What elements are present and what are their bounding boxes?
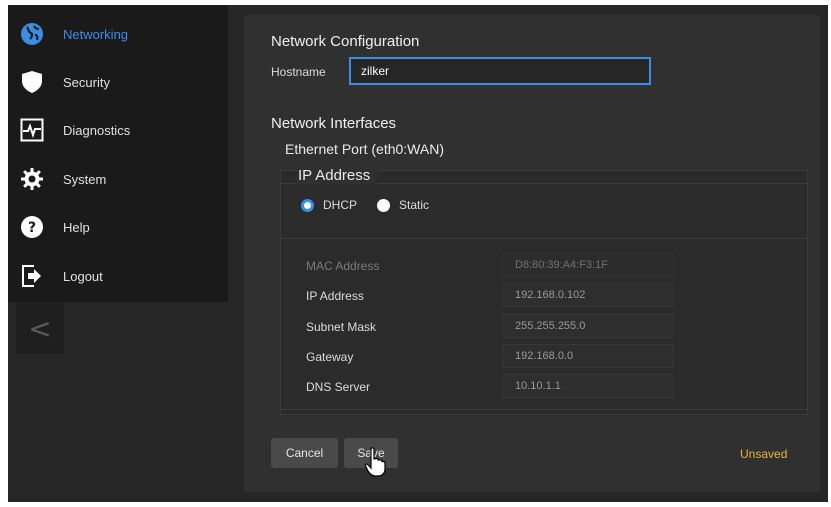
sidebar-item-label: System <box>63 171 107 187</box>
sidebar-item-help[interactable]: ? Help <box>8 203 228 251</box>
sidebar-item-logout[interactable]: Logout <box>8 252 228 300</box>
gear-icon <box>20 167 44 191</box>
mac-address-label: MAC Address <box>306 259 380 273</box>
radio-checked-indicator <box>301 198 314 212</box>
dns-server-value: 10.10.1.1 <box>502 374 674 398</box>
ethernet-port-title: Ethernet Port (eth0:WAN) <box>285 141 444 157</box>
help-icon: ? <box>20 215 44 239</box>
sidebar-item-label: Networking <box>63 26 129 42</box>
mac-address-value: D8:80:39:A4:F3:1F <box>502 253 674 277</box>
shield-icon <box>20 70 44 94</box>
logout-icon <box>20 264 44 288</box>
gateway-label: Gateway <box>306 350 354 364</box>
sidebar-item-label: Security <box>63 74 110 90</box>
sidebar-item-diagnostics[interactable]: Diagnostics <box>8 106 228 154</box>
sidebar-item-security[interactable]: Security <box>8 58 228 106</box>
sidebar: Networking Security Diagnostics System ?… <box>8 5 228 302</box>
app-window: Networking Security Diagnostics System ?… <box>8 5 828 502</box>
network-settings-panel: Network Configuration Hostname Network I… <box>244 15 820 492</box>
sidebar-item-label: Help <box>63 219 90 235</box>
sidebar-item-label: Diagnostics <box>63 122 131 138</box>
svg-text:?: ? <box>28 220 36 236</box>
chevron-left-icon: < <box>28 311 52 345</box>
pulse-icon <box>20 118 44 142</box>
subnet-mask-value: 255.255.255.0 <box>502 314 674 338</box>
sidebar-item-label: Logout <box>63 268 103 284</box>
static-radio[interactable]: Static <box>377 198 429 212</box>
gateway-value: 192.168.0.0 <box>502 344 674 368</box>
cancel-button[interactable]: Cancel <box>271 438 338 468</box>
ip-address-value: 192.168.0.102 <box>502 283 674 307</box>
hostname-input[interactable] <box>349 57 651 85</box>
section-title-network-interfaces: Network Interfaces <box>271 115 397 132</box>
divider <box>281 409 809 410</box>
globe-icon <box>20 22 44 46</box>
subnet-mask-label: Subnet Mask <box>306 320 377 334</box>
sidebar-item-networking[interactable]: Networking <box>8 10 228 58</box>
hostname-label: Hostname <box>271 65 326 79</box>
collapse-sidebar-button[interactable]: < <box>16 302 64 354</box>
sidebar-item-system[interactable]: System <box>8 155 228 203</box>
dns-server-label: DNS Server <box>306 380 371 394</box>
ip-address-title: IP Address <box>298 167 379 184</box>
dhcp-radio[interactable]: DHCP <box>301 198 357 212</box>
section-title-network-configuration: Network Configuration <box>271 33 420 50</box>
radio-unchecked-indicator <box>377 198 390 212</box>
hand-cursor-icon <box>364 447 386 477</box>
ip-address-label: IP Address <box>306 289 364 303</box>
status-badge: Unsaved <box>740 447 788 461</box>
divider <box>281 238 809 239</box>
